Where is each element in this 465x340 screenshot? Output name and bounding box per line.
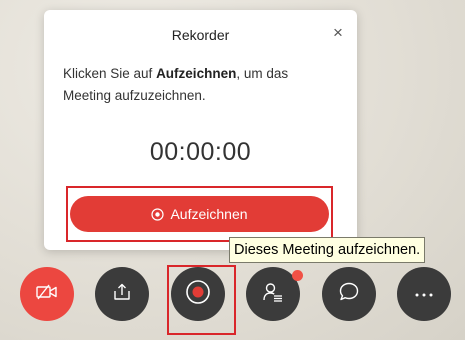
record-toolbar-button[interactable] [171,267,225,321]
share-button[interactable] [95,267,149,321]
participants-icon [262,281,284,308]
close-button[interactable]: × [329,24,347,42]
more-button[interactable] [397,267,451,321]
panel-title: Rekorder [171,27,230,43]
share-upload-icon [112,282,132,307]
record-icon [185,279,211,310]
video-toggle-button[interactable] [20,267,74,321]
recording-timer: 00:00:00 [149,138,252,166]
video-off-icon [36,283,58,306]
chat-button[interactable] [322,267,376,321]
record-icon [151,207,165,221]
tooltip: Dieses Meeting aufzeichnen. [229,237,426,263]
recorder-description: Klicken Sie auf Aufzeichnen, um das Meet… [63,63,333,107]
chat-icon [338,281,360,308]
record-button-label: Aufzeichnen [170,206,248,222]
desc-prefix: Klicken Sie auf [63,66,157,81]
desc-bold: Aufzeichnen [156,66,237,81]
record-button[interactable]: Aufzeichnen [70,196,329,232]
more-icon [414,285,434,303]
notification-badge [292,270,303,281]
